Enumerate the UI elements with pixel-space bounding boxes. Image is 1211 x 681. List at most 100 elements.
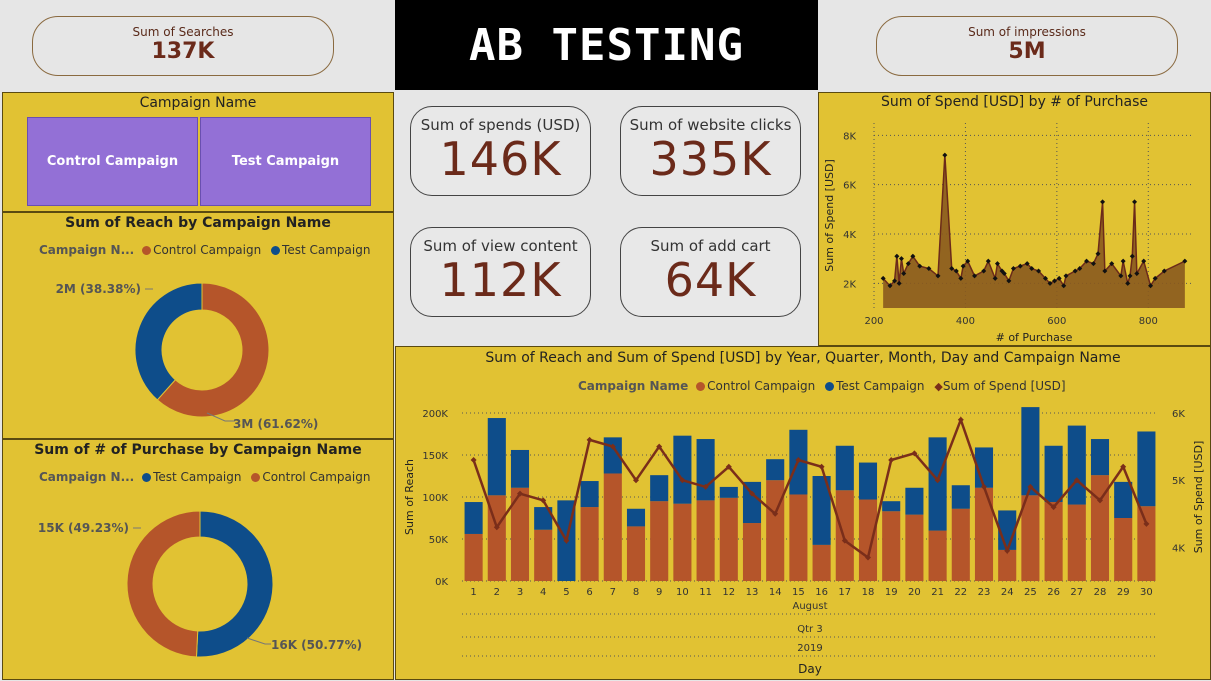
- bar-control: [905, 514, 924, 581]
- impressions-pill: Sum of impressions 5M: [876, 16, 1178, 76]
- x-tick-label: 800: [1139, 316, 1158, 327]
- x-tick-label: 16: [815, 587, 828, 598]
- bar-test: [626, 508, 646, 527]
- bar-test: [766, 459, 785, 481]
- bar-control: [464, 533, 483, 581]
- bar-control: [650, 501, 669, 581]
- impressions-value: 5M: [1008, 39, 1046, 64]
- kpi-add-cart: Sum of add cart 64K: [620, 227, 801, 317]
- bar-control: [626, 526, 646, 581]
- slicer-title: Campaign Name: [139, 95, 257, 111]
- campaign-slicer: Campaign Name Control Campaign Test Camp…: [2, 92, 394, 212]
- kpi-view-value: 112K: [439, 253, 562, 307]
- bar-control: [835, 490, 854, 581]
- bar-control: [719, 497, 738, 581]
- kpi-spends-value: 146K: [439, 132, 562, 186]
- slicer-test-campaign[interactable]: Test Campaign: [200, 117, 371, 206]
- x-tick-label: 30: [1140, 587, 1153, 598]
- y-tick-label: 150K: [422, 451, 448, 462]
- x-tick-label: 23: [978, 587, 991, 598]
- donut-data-label-1: 15K (49.23%): [38, 521, 129, 535]
- kpi-area: Sum of spends (USD) 146K Sum of website …: [395, 90, 818, 346]
- x-tick-label: 11: [699, 587, 712, 598]
- kpi-cart-value: 64K: [664, 253, 757, 307]
- impressions-label: Sum of impressions: [968, 25, 1086, 39]
- x-tick-label: 4: [540, 587, 546, 598]
- data-point-marker: [1100, 199, 1106, 205]
- searches-value: 137K: [151, 39, 215, 64]
- x-tick-label: 12: [722, 587, 735, 598]
- x-tick-label: 24: [1001, 587, 1014, 598]
- x-tick-label: 2: [494, 587, 500, 598]
- x-tick-label: 3: [517, 587, 523, 598]
- y-tick-label: 4K: [843, 230, 856, 241]
- data-point-marker: [894, 253, 900, 259]
- spend-marker: [470, 457, 477, 464]
- searches-pill: Sum of Searches 137K: [32, 16, 334, 76]
- kpi-view-content: Sum of view content 112K: [410, 227, 591, 317]
- x-tick-label: 1: [470, 587, 476, 598]
- x-tick-label: 5: [563, 587, 569, 598]
- x-hierarchy-label: August: [793, 601, 828, 612]
- x-hierarchy-label: Qtr 3: [797, 624, 822, 635]
- bar-test: [464, 502, 483, 534]
- bar-test: [487, 418, 506, 496]
- bar-test: [1090, 439, 1110, 476]
- area-line: [882, 155, 1186, 288]
- donut-leader-line-0: [246, 637, 271, 645]
- y-tick-label: 2K: [843, 279, 856, 290]
- bar-control: [812, 544, 831, 581]
- x-tick-label: 13: [746, 587, 759, 598]
- bar-test: [650, 475, 669, 502]
- bar-control: [603, 473, 622, 581]
- kpi-clicks-value: 335K: [649, 132, 772, 186]
- x-tick-label: 18: [862, 587, 875, 598]
- x-tick-label: 9: [656, 587, 662, 598]
- x-tick-label: 29: [1117, 587, 1130, 598]
- x-tick-label: 7: [610, 587, 616, 598]
- bar-control: [673, 503, 692, 581]
- bar-control: [1137, 506, 1156, 581]
- bar-test: [510, 449, 530, 488]
- bar-test: [1067, 425, 1086, 505]
- data-point-marker: [1132, 199, 1138, 205]
- reach-donut-panel: Sum of Reach by Campaign Name Campaign N…: [2, 212, 394, 439]
- x-tick-label: 21: [931, 587, 944, 598]
- x-tick-label: 400: [956, 316, 975, 327]
- x-tick-label: 6: [586, 587, 592, 598]
- donut-slice-1: [126, 510, 201, 658]
- bar-control: [534, 529, 553, 581]
- spend-area-panel: Sum of Spend [USD] by # of Purchase 2K 4K…: [818, 92, 1211, 346]
- y2-axis-title: Sum of Spend [USD]: [1192, 441, 1205, 554]
- data-point-marker: [942, 152, 948, 158]
- bar-control: [696, 500, 715, 581]
- bar-test: [1137, 431, 1156, 507]
- kpi-clicks: Sum of website clicks 335K: [620, 106, 801, 196]
- slicer-control-campaign[interactable]: Control Campaign: [27, 117, 198, 206]
- spend-marker: [586, 436, 593, 443]
- donut-data-label-1: 2M (38.38%): [56, 282, 141, 296]
- bar-control: [998, 549, 1017, 581]
- bar-control: [1044, 502, 1063, 581]
- x-tick-label: 26: [1047, 587, 1060, 598]
- bar-control: [789, 494, 808, 581]
- bar-test: [580, 481, 599, 508]
- donut-data-label-0: 16K (50.77%): [271, 638, 362, 652]
- kpi-spends: Sum of spends (USD) 146K: [410, 106, 591, 196]
- y-axis-title: Sum of Spend [USD]: [823, 159, 836, 272]
- bar-test: [1021, 407, 1040, 496]
- x-tick-label: 10: [676, 587, 689, 598]
- bar-test: [719, 486, 738, 498]
- x-tick-label: 20: [908, 587, 921, 598]
- x-tick-label: 600: [1047, 316, 1066, 327]
- bar-control: [928, 530, 947, 581]
- bar-control: [882, 511, 901, 581]
- x-tick-label: 17: [838, 587, 851, 598]
- x-axis-title: Day: [798, 662, 822, 676]
- searches-label: Sum of Searches: [132, 25, 234, 39]
- spend-marker: [888, 457, 895, 464]
- bar-control: [1067, 504, 1086, 581]
- x-tick-label: 25: [1024, 587, 1037, 598]
- x-hierarchy-label: 2019: [797, 643, 822, 654]
- x-axis-title: # of Purchase: [996, 331, 1073, 344]
